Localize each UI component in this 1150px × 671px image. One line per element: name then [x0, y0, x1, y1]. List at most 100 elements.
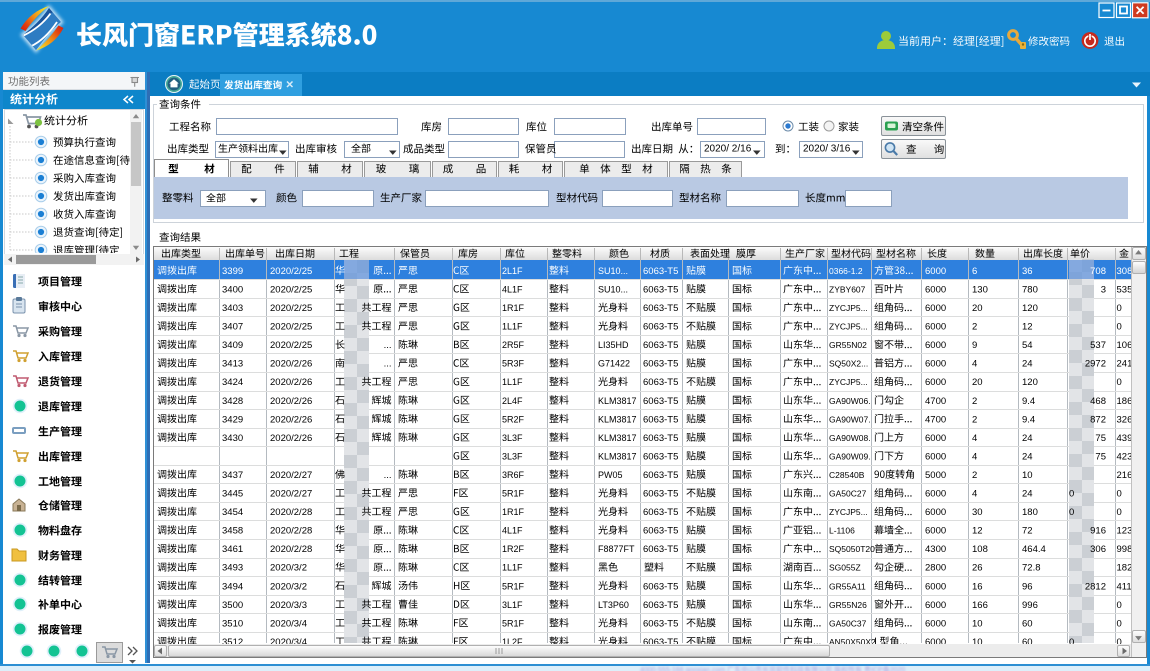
svg-text:180: 180 [1022, 507, 1038, 518]
svg-text:6063-T5: 6063-T5 [643, 637, 678, 648]
svg-text:241: 241 [1117, 359, 1133, 370]
svg-text:2020/3/2: 2020/3/2 [270, 563, 307, 574]
svg-text:26: 26 [972, 563, 983, 574]
svg-text:6063-T5: 6063-T5 [643, 414, 678, 425]
svg-text:GR55N02: GR55N02 [829, 340, 867, 350]
svg-text:0: 0 [1117, 377, 1122, 388]
svg-text:537: 537 [1090, 340, 1106, 351]
svg-text:120: 120 [1022, 377, 1038, 388]
svg-text:3407: 3407 [222, 322, 243, 333]
svg-text:KLM3817: KLM3817 [598, 396, 637, 406]
svg-text:16: 16 [972, 581, 983, 592]
svg-text:4: 4 [972, 359, 977, 370]
svg-text:3461: 3461 [222, 544, 243, 555]
svg-text:5R1F: 5R1F [502, 489, 525, 499]
svg-text:6: 6 [972, 266, 977, 277]
svg-text:9.4: 9.4 [1022, 414, 1035, 425]
svg-text:10: 10 [1022, 470, 1033, 481]
svg-text:6063-T5: 6063-T5 [643, 581, 678, 592]
svg-text:2R5F: 2R5F [502, 340, 525, 350]
svg-text:6000: 6000 [925, 340, 946, 351]
svg-text:20: 20 [972, 303, 983, 314]
svg-text:F8877FT: F8877FT [598, 544, 635, 554]
svg-text:216: 216 [1117, 470, 1133, 481]
svg-text:GA90W09.: GA90W09. [829, 451, 871, 461]
svg-text:3399: 3399 [222, 266, 243, 277]
svg-text:2: 2 [972, 322, 977, 333]
svg-text:2020/2/26: 2020/2/26 [270, 359, 312, 370]
svg-text:24: 24 [1022, 433, 1033, 444]
svg-text:2: 2 [972, 470, 977, 481]
svg-text:2: 2 [972, 396, 977, 407]
svg-text:GA90W06.: GA90W06. [829, 396, 871, 406]
svg-text:60: 60 [1022, 618, 1033, 629]
svg-text:6063-T5: 6063-T5 [643, 618, 678, 629]
svg-text:2020/3/4: 2020/3/4 [270, 637, 307, 648]
svg-text:0: 0 [1117, 618, 1122, 629]
svg-text:75: 75 [1095, 451, 1106, 462]
svg-text:439: 439 [1117, 433, 1133, 444]
svg-text:96: 96 [1022, 581, 1033, 592]
svg-text:5R2F: 5R2F [502, 414, 525, 424]
svg-text:3403: 3403 [222, 303, 243, 314]
svg-text:4300: 4300 [925, 544, 946, 555]
svg-text:3454: 3454 [222, 507, 243, 518]
svg-text:10: 10 [972, 618, 983, 629]
svg-text:166: 166 [972, 600, 988, 611]
svg-text:4700: 4700 [925, 396, 946, 407]
svg-text:6063-T5: 6063-T5 [643, 303, 678, 314]
svg-text:3510: 3510 [222, 618, 243, 629]
svg-text:ZYBY607: ZYBY607 [829, 284, 866, 294]
svg-text:6000: 6000 [925, 266, 946, 277]
svg-text:130: 130 [972, 284, 988, 295]
svg-text:780: 780 [1022, 284, 1038, 295]
svg-text:3500: 3500 [222, 600, 243, 611]
svg-text:6063-T5: 6063-T5 [643, 284, 678, 295]
svg-text:6000: 6000 [925, 489, 946, 500]
svg-text:0: 0 [1069, 637, 1074, 648]
svg-text:411: 411 [1117, 581, 1132, 592]
svg-text:0: 0 [1117, 637, 1122, 648]
svg-text:24: 24 [1022, 451, 1033, 462]
svg-text:1R1F: 1R1F [502, 507, 525, 517]
svg-text:AN50X50X2: AN50X50X2 [829, 637, 876, 647]
svg-text:ZYCJP5...: ZYCJP5... [829, 507, 868, 517]
svg-text:6000: 6000 [925, 433, 946, 444]
svg-text:6063-T5: 6063-T5 [643, 451, 678, 462]
svg-text:SU10...: SU10... [598, 266, 628, 276]
svg-text:120: 120 [1022, 303, 1038, 314]
svg-text:3458: 3458 [222, 526, 243, 537]
svg-text:6000: 6000 [925, 303, 946, 314]
svg-text:996: 996 [1022, 600, 1038, 611]
svg-text:468: 468 [1090, 396, 1106, 407]
svg-text:3R6F: 3R6F [502, 470, 525, 480]
svg-text:6063-T5: 6063-T5 [643, 340, 678, 351]
svg-text:6063-T5: 6063-T5 [643, 433, 678, 444]
svg-text:6063-T5: 6063-T5 [643, 377, 678, 388]
svg-text:6000: 6000 [925, 451, 946, 462]
svg-text:KLM3817: KLM3817 [598, 451, 637, 461]
svg-text:KLM3817: KLM3817 [598, 414, 637, 424]
svg-text:5R3F: 5R3F [502, 359, 525, 369]
svg-text:6063-T5: 6063-T5 [643, 489, 678, 500]
svg-text:GA90W07.: GA90W07. [829, 414, 871, 424]
svg-text:4L1F: 4L1F [502, 526, 523, 536]
svg-text:6063-T5: 6063-T5 [643, 507, 678, 518]
svg-text:54: 54 [1022, 340, 1033, 351]
svg-text:3L3F: 3L3F [502, 451, 523, 461]
svg-text:1L2F: 1L2F [502, 637, 523, 647]
svg-text:GR55A11: GR55A11 [829, 581, 866, 591]
svg-text:3L3F: 3L3F [502, 433, 523, 443]
svg-text:2020/2/27: 2020/2/27 [270, 489, 312, 500]
svg-text:0: 0 [1117, 322, 1122, 333]
svg-text:308: 308 [1117, 266, 1133, 277]
svg-text:106: 106 [1117, 340, 1133, 351]
svg-text:2020/3/4: 2020/3/4 [270, 618, 307, 629]
svg-text:9.4: 9.4 [1022, 396, 1035, 407]
svg-text:SG055Z: SG055Z [829, 563, 861, 573]
svg-text:2L4F: 2L4F [502, 396, 523, 406]
svg-text:6000: 6000 [925, 322, 946, 333]
svg-text:12: 12 [972, 526, 983, 537]
svg-text:ZYCJP5...: ZYCJP5... [829, 303, 868, 313]
svg-text:6063-T5: 6063-T5 [643, 544, 678, 555]
